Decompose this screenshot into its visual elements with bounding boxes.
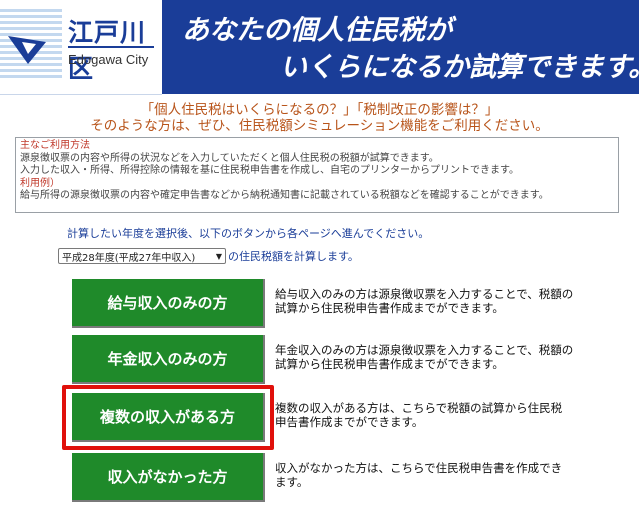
chevron-down-icon: ▼: [215, 251, 222, 261]
usage-line2: 入力した収入・所得、所得控除の情報を基に住民税申告書を作成し、自宅のプリンターか…: [20, 165, 519, 176]
year-select-suffix: の住民税額を計算します。: [228, 250, 359, 263]
header-tagline-line2: いくらになるか試算できます。: [280, 52, 639, 83]
usage-heading: 主なご利用方法: [20, 140, 90, 151]
example-line1: 給与所得の源泉徴収票の内容や確定申告書などから納税通知書に記載されている税額など…: [20, 190, 549, 201]
logo-japanese-name: 江戸川区: [68, 18, 147, 83]
intro-message: 「個人住民税はいくらになるの？」「税制改正の影響は？」 そのような方は、ぜひ、住…: [0, 102, 639, 134]
intro-line2: そのような方は、ぜひ、住民税額シミュレーション機能をご利用ください。: [90, 118, 549, 134]
site-header: 江戸川区 Edogawa City あなたの個人住民税が いくらになるか試算でき…: [0, 0, 639, 95]
salary-income-button[interactable]: 給与収入のみの方: [72, 279, 265, 328]
multiple-income-description: 複数の収入がある方は、こちらで税額の試算から住民税申告書作成までができます。: [275, 401, 563, 429]
highlight-box: [62, 385, 274, 450]
city-logo[interactable]: 江戸川区 Edogawa City: [0, 0, 162, 95]
year-select[interactable]: 平成28年度(平成27年中収入) ▼: [58, 248, 226, 264]
instruction-text: 計算したい年度を選択後、以下のボタンから各ページへ進んでください。: [67, 227, 430, 240]
logo-english-name: Edogawa City: [68, 52, 149, 67]
no-income-button[interactable]: 収入がなかった方: [72, 453, 265, 502]
usage-info-box: 主なご利用方法 源泉徴収票の内容や所得の状況などを入力していただくと個人住民税の…: [15, 137, 619, 213]
year-select-row: 平成28年度(平成27年中収入) ▼ の住民税額を計算します。: [58, 246, 359, 266]
no-income-description: 収入がなかった方は、こちらで住民税申告書を作成できます。: [275, 461, 563, 489]
usage-line1: 源泉徴収票の内容や所得の状況などを入力していただくと個人住民税の税額が試算できま…: [20, 152, 439, 164]
intro-line1: 「個人住民税はいくらになるの？」「税制改正の影響は？」: [140, 102, 499, 118]
pension-income-description: 年金収入のみの方は源泉徴収票を入力することで、税額の試算から住民税申告書作成まで…: [275, 343, 574, 371]
logo-divider: [68, 46, 154, 48]
header-tagline-line1: あなたの個人住民税が: [182, 15, 452, 46]
salary-income-description: 給与収入のみの方は源泉徴収票を入力することで、税額の試算から住民税申告書作成まで…: [275, 287, 574, 315]
example-heading: 利用例）: [20, 177, 60, 189]
city-emblem-icon: [8, 36, 46, 64]
pension-income-button[interactable]: 年金収入のみの方: [72, 335, 265, 384]
year-select-value: 平成28年度(平成27年中収入): [62, 252, 196, 264]
